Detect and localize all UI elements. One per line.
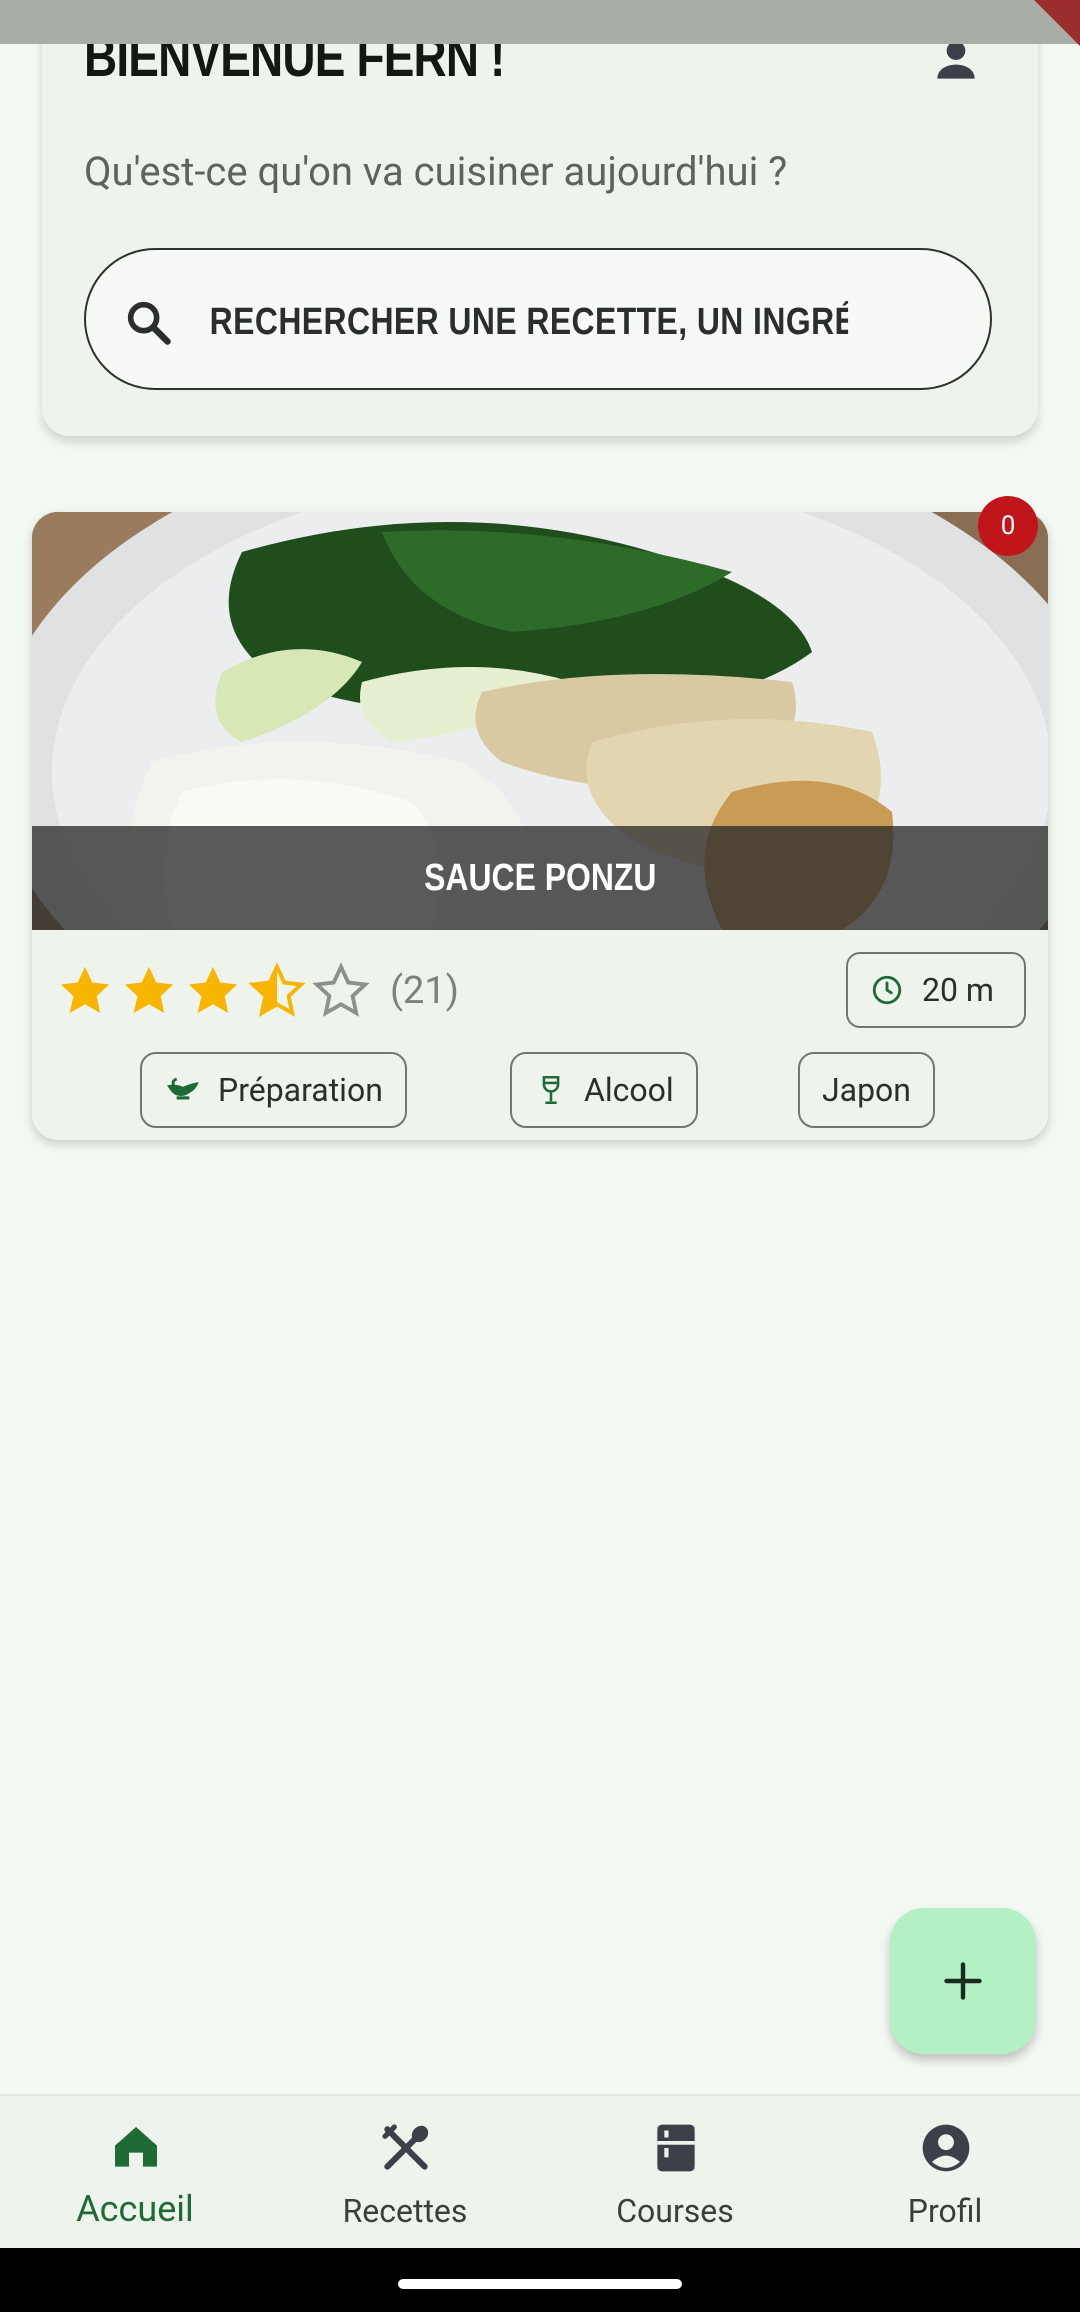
wine-glass-icon <box>542 1075 560 1105</box>
tag-chip-preparation[interactable]: Préparation <box>140 1052 407 1128</box>
status-bar <box>0 0 1080 44</box>
nav-label: Recettes <box>342 2192 468 2230</box>
gravy-boat-icon <box>167 1077 199 1100</box>
account-circle-icon <box>922 2124 970 2172</box>
recipe-card[interactable]: SAUCE PONZU (21) 20 m Préparation Alcool… <box>32 512 1048 1140</box>
nav-label: Courses <box>616 2192 734 2230</box>
star-half-icon <box>248 962 306 1017</box>
nav-item-profil[interactable]: Profil <box>810 2096 1080 2250</box>
tag-label: Alcool <box>584 1071 674 1109</box>
recipe-title: SAUCE PONZU <box>423 856 657 899</box>
add-recipe-button[interactable] <box>890 1908 1036 2054</box>
time-chip: 20 m <box>846 952 1026 1028</box>
plus-icon <box>944 1962 982 2000</box>
home-icon <box>115 2127 157 2167</box>
star-full-icon <box>124 966 174 1013</box>
nav-item-courses[interactable]: Courses <box>540 2096 810 2250</box>
clock-icon <box>872 975 902 1005</box>
time-label: 20 m <box>922 971 994 1009</box>
bottom-navigation: Accueil Recettes Courses Profil <box>0 2094 1080 2250</box>
utensils-icon <box>382 2124 429 2170</box>
rating-stars: (21) <box>56 962 459 1020</box>
nav-label: Accueil <box>76 2188 194 2230</box>
search-input[interactable] <box>208 290 850 354</box>
tag-chip-japon[interactable]: Japon <box>798 1052 935 1128</box>
recipe-badge: 0 <box>978 496 1038 556</box>
nav-label: Profil <box>907 2192 983 2230</box>
nav-item-recettes[interactable]: Recettes <box>270 2096 540 2250</box>
search-icon <box>127 301 171 345</box>
tag-label: Japon <box>822 1071 911 1109</box>
tag-label: Préparation <box>218 1071 383 1109</box>
star-empty-icon <box>312 962 370 1017</box>
nav-item-accueil[interactable]: Accueil <box>0 2096 270 2250</box>
rating-count: (21) <box>390 969 459 1013</box>
recipe-title-bar: SAUCE PONZU <box>32 826 1048 930</box>
fridge-icon <box>657 2124 695 2172</box>
search-bar[interactable] <box>84 248 992 390</box>
header-card: BIENVENUE FERN ! Qu'est-ce qu'on va cuis… <box>42 0 1038 436</box>
tag-chip-alcool[interactable]: Alcool <box>510 1052 698 1128</box>
home-gesture-handle[interactable] <box>398 2279 682 2289</box>
page-subtitle: Qu'est-ce qu'on va cuisiner aujourd'hui … <box>84 148 788 195</box>
star-full-icon <box>188 966 238 1013</box>
star-full-icon <box>60 966 110 1013</box>
